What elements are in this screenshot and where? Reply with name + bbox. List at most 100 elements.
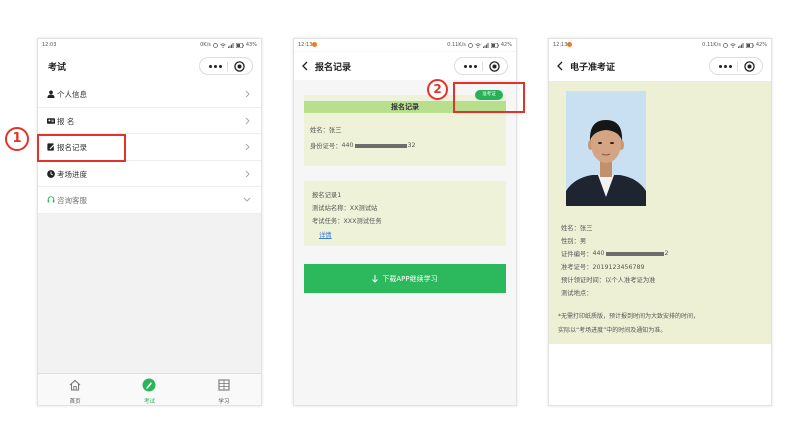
id-prefix: 440 (341, 142, 354, 149)
signal-icon (737, 42, 744, 48)
field-test-location: 测试地点： (561, 290, 593, 297)
status-time: 12:13 (298, 42, 313, 48)
notice-line-1: *无需打印纸质版，预计报到时间为大致安排的时间， (558, 313, 700, 320)
status-bar: 12:13 0.11K/s 42% (294, 39, 516, 51)
status-time: 12:03 (42, 42, 57, 48)
exam-icon (142, 378, 156, 392)
phone-screen-exam: 12:03 0K/s 43% 考试 个人信息 报 名 报名记录 考场进度 咨询客… (37, 38, 262, 406)
field-ticket-number: 准考证号：2019123456789 (561, 264, 645, 271)
person-icon (47, 90, 55, 98)
title-bar: 报名记录 (294, 52, 516, 80)
menu-item-customer-service[interactable]: 咨询客服 (38, 187, 261, 214)
registration-record-card: 报名记录1 测试站名称：XX测试站 考试任务：XXX测试任务 详情 (304, 181, 506, 246)
tab-label: 首页 (69, 399, 81, 405)
menu-item-registration[interactable]: 报 名 (38, 107, 261, 134)
close-target-icon[interactable] (489, 61, 500, 72)
id-card-icon (47, 117, 55, 124)
battery-level: 42% (755, 42, 767, 48)
title-bar: 电子准考证 (549, 52, 771, 80)
alarm-icon (723, 42, 728, 48)
mini-program-capsule (709, 57, 763, 75)
phone-screen-admission-ticket: 12:13 0.11K/s 42% 电子准考证 姓名：张三 性别：男 证件编号：… (548, 38, 772, 406)
menu-item-personal-info[interactable]: 个人信息 (38, 81, 261, 108)
download-button-label: 下载APP继续学习 (382, 274, 438, 283)
menu-item-label: 考场进度 (57, 169, 87, 179)
signal-icon (227, 42, 234, 48)
id-number-row: 身份证号： 440 32 (310, 141, 416, 150)
chevron-right-icon (245, 170, 250, 177)
chevron-right-icon (245, 90, 250, 98)
menu-item-label: 咨询客服 (57, 196, 87, 205)
tab-exam[interactable]: 考试 (112, 374, 186, 405)
applicant-name: 姓名：张三 (310, 127, 342, 134)
close-target-icon[interactable] (234, 61, 245, 72)
chevron-right-icon (245, 143, 250, 151)
battery-icon (745, 42, 754, 48)
tab-home[interactable]: 首页 (38, 374, 112, 405)
chevron-down-icon (243, 197, 251, 202)
progress-icon (47, 169, 55, 178)
tab-label: 学习 (218, 399, 230, 405)
back-chevron-icon[interactable] (302, 61, 308, 71)
battery-level: 43% (245, 42, 257, 48)
id-label: 证件编号： (561, 251, 593, 258)
field-pickup-time: 预计领证时间：以个人准考证为准 (561, 277, 656, 284)
test-station: 测试站名称：XX测试站 (312, 205, 378, 212)
field-name: 姓名：张三 (561, 225, 593, 232)
annotation-box-2 (453, 82, 525, 113)
bottom-tab-bar: 首页 考试 学习 (38, 373, 261, 405)
tab-study[interactable]: 学习 (187, 374, 261, 405)
title-bar: 考试 (38, 52, 261, 80)
redacted-bar (354, 143, 407, 148)
chevron-right-icon (245, 117, 250, 124)
wifi-icon (220, 42, 226, 48)
more-dots-icon[interactable] (719, 65, 732, 68)
id-suffix: 2 (664, 250, 669, 257)
menu-item-label: 个人信息 (57, 90, 87, 99)
exam-task: 考试任务：XXX测试任务 (312, 218, 382, 225)
record-title: 报名记录1 (312, 192, 342, 199)
wifi-icon (730, 42, 736, 48)
annotation-number-1: 1 (5, 127, 29, 151)
field-id-number: 证件编号： 440 2 (561, 249, 669, 258)
redacted-bar (605, 251, 664, 256)
detail-link[interactable]: 详情 (319, 230, 332, 239)
field-gender: 性别：男 (561, 238, 587, 245)
headset-icon (47, 196, 55, 203)
more-dots-icon[interactable] (209, 65, 222, 68)
status-time: 12:13 (553, 42, 568, 48)
signal-icon (482, 42, 489, 48)
page-title: 考试 (48, 63, 67, 73)
menu-item-label: 报 名 (57, 116, 75, 126)
wifi-icon (475, 42, 481, 48)
notice-line-2: 实际以“考场进度”中的时间及通知为准。 (558, 327, 667, 334)
page-title: 电子准考证 (570, 63, 616, 73)
alarm-icon (213, 42, 218, 48)
status-bar: 12:03 0K/s 43% (38, 39, 261, 51)
tab-label: 考试 (143, 399, 155, 405)
battery-icon (235, 42, 244, 48)
recording-dot-icon (567, 42, 572, 47)
download-arrow-icon (372, 274, 379, 283)
id-suffix: 32 (407, 142, 416, 149)
mini-program-capsule (454, 57, 508, 75)
study-icon (218, 379, 230, 391)
back-chevron-icon[interactable] (557, 61, 563, 71)
annotation-box-1 (37, 134, 126, 162)
alarm-icon (468, 42, 473, 48)
menu-item-exam-progress[interactable]: 考场进度 (38, 160, 261, 187)
id-prefix: 440 (592, 250, 605, 257)
download-app-button[interactable]: 下载APP继续学习 (304, 264, 506, 293)
battery-level: 42% (500, 42, 512, 48)
close-target-icon[interactable] (744, 61, 755, 72)
page-title: 报名记录 (315, 63, 352, 73)
more-dots-icon[interactable] (464, 65, 477, 68)
empty-content-area (38, 213, 261, 373)
network-speed: 0.11K/s (447, 42, 466, 48)
home-icon (69, 379, 81, 391)
mini-program-capsule (199, 57, 253, 75)
annotation-number-2: 2 (427, 79, 448, 100)
candidate-photo (566, 91, 646, 206)
network-speed: 0K/s (200, 42, 211, 48)
battery-icon (490, 42, 499, 48)
